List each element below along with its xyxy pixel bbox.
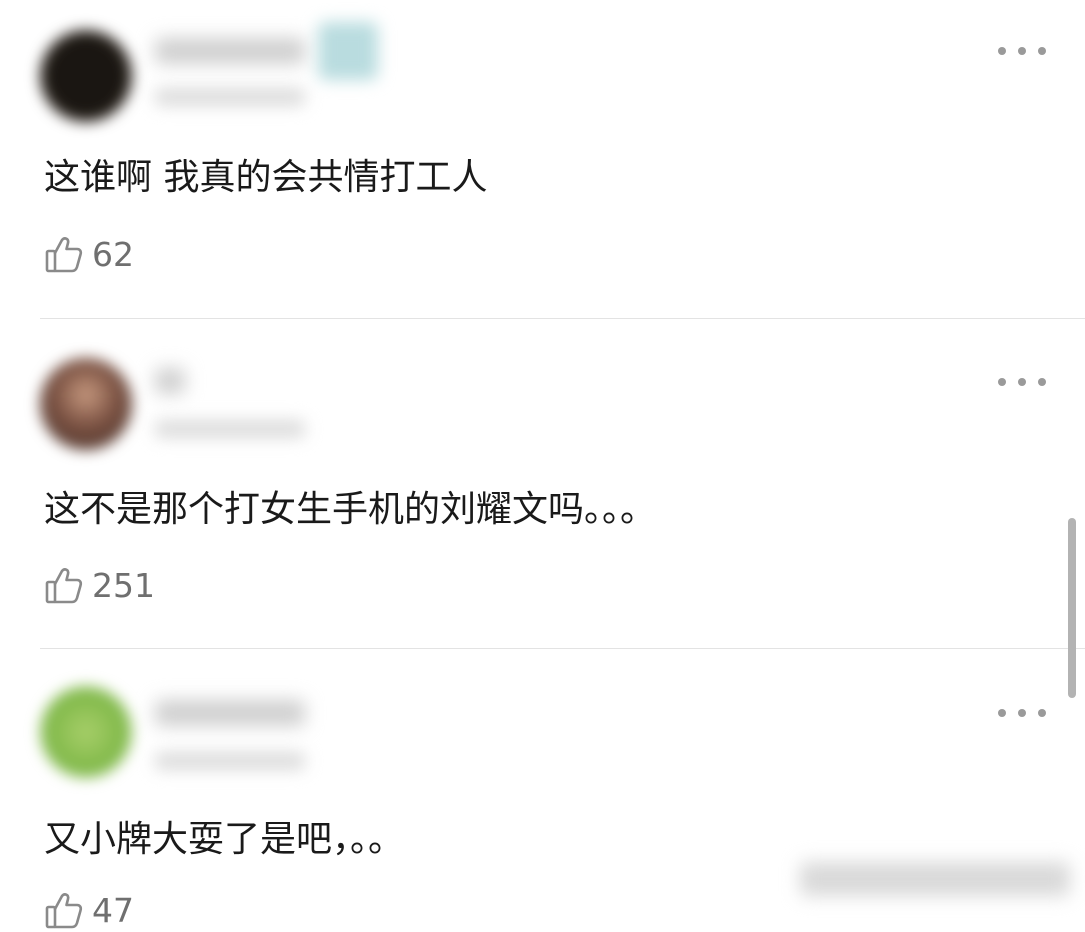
more-dot [998,378,1006,386]
like-count: 47 [92,890,134,930]
user-badge-redacted [318,22,378,80]
username-redacted[interactable] [155,38,305,64]
like-button[interactable]: 62 [44,232,134,276]
more-dot [1038,709,1046,717]
thumbs-up-icon [45,893,83,929]
thumbs-up-icon [45,237,83,273]
avatar[interactable] [40,686,132,778]
avatar[interactable] [40,30,132,122]
watermark-redacted [800,862,1070,896]
username-redacted[interactable] [155,700,305,726]
more-dot [1038,47,1046,55]
like-button[interactable]: 47 [44,888,134,932]
more-options-button[interactable] [998,375,1046,389]
comment-meta-redacted [155,420,305,438]
like-button[interactable]: 251 [44,563,155,607]
username-redacted[interactable] [155,368,185,394]
comment-meta-redacted [155,752,305,770]
more-dot [998,47,1006,55]
more-dot [1018,378,1026,386]
scrollbar[interactable] [1068,518,1076,698]
more-options-button[interactable] [998,706,1046,720]
more-dot [998,709,1006,717]
thumbs-up-icon [45,568,83,604]
comment-item: 这不是那个打女生手机的刘耀文吗。。。 251 [0,318,1085,648]
more-options-button[interactable] [998,44,1046,58]
avatar[interactable] [40,358,132,450]
comment-text: 这谁啊 我真的会共情打工人 [44,157,488,198]
comment-text: 又小牌大耍了是吧，。。 [44,819,405,860]
comment-meta-redacted [155,88,305,106]
more-dot [1018,709,1026,717]
comment-text: 这不是那个打女生手机的刘耀文吗。。。 [44,489,657,530]
like-count: 62 [92,234,134,274]
like-count: 251 [92,565,155,605]
more-dot [1038,378,1046,386]
more-dot [1018,47,1026,55]
comment-item: 这谁啊 我真的会共情打工人 62 [0,0,1085,318]
